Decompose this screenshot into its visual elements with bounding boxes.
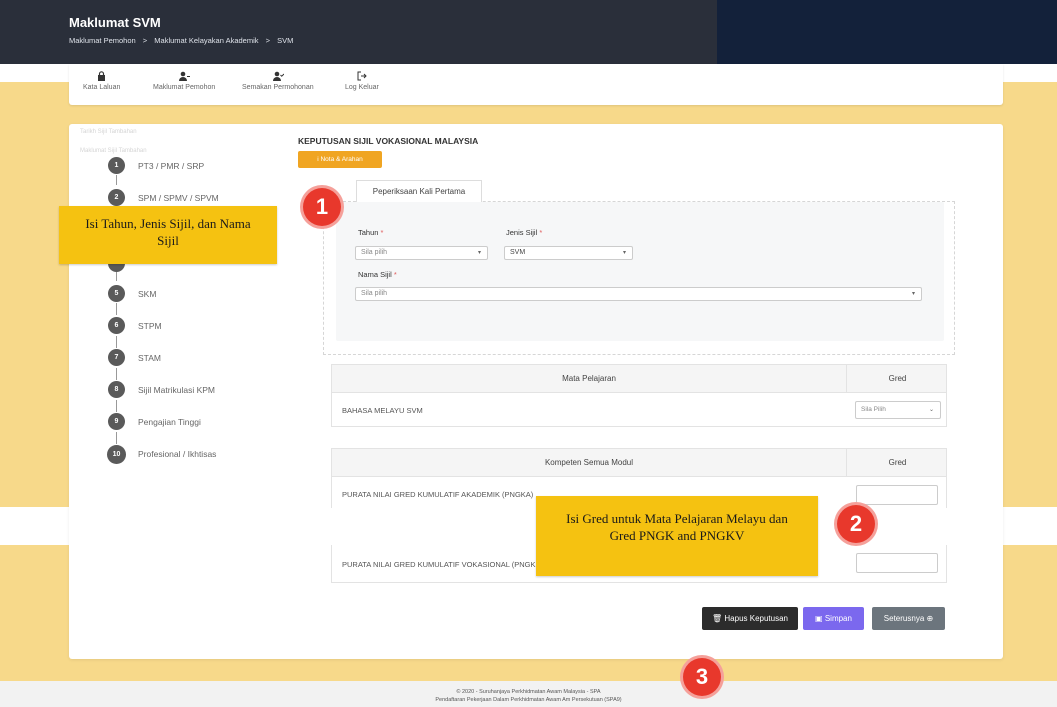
tahun-select[interactable]: Sila pilih ▾ (355, 246, 488, 260)
nav-maklumat-pemohon[interactable]: Maklumat Pemohon (153, 71, 215, 91)
save-icon: ▣ (815, 614, 823, 623)
step-connector (116, 175, 117, 185)
section-title: KEPUTUSAN SIJIL VOKASIONAL MALAYSIA (298, 136, 479, 146)
nav-label: Kata Laluan (83, 84, 121, 91)
nav-label: Semakan Permohonan (242, 84, 314, 91)
jenis-sijil-label: Jenis Sijil * (506, 228, 543, 237)
tab-peperiksaan-kali-pertama[interactable]: Peperiksaan Kali Pertama (356, 180, 482, 202)
pngka-input[interactable] (856, 485, 938, 505)
annotation-badge-3: 3 (683, 658, 721, 696)
annotation-step1: Isi Tahun, Jenis Sijil, dan Nama Sijil (59, 206, 277, 264)
column-header-subject: Mata Pelajaran (332, 365, 847, 393)
lock-icon (97, 71, 107, 81)
step-number: 1 (108, 157, 125, 174)
sidebar-subheader: Maklumat Sijil Tambahan (80, 148, 147, 154)
breadcrumb-separator: > (265, 36, 270, 45)
table-header: Kompeten Semua Modul Gred (332, 449, 946, 477)
chevron-down-icon: ▾ (622, 250, 626, 256)
step-connector (116, 432, 117, 444)
arrow-circle-right-icon: ⊕ (926, 614, 934, 623)
subject-table: Mata Pelajaran Gred BAHASA MELAYU SVM Si… (331, 364, 947, 427)
nav-label: Log Keluar (345, 84, 379, 91)
nama-sijil-label: Nama Sijil * (358, 270, 397, 279)
step-label: Sijil Matrikulasi KPM (138, 385, 215, 395)
nav-semakan-permohonan[interactable]: Semakan Permohonan (242, 71, 314, 91)
table-header: Mata Pelajaran Gred (332, 365, 946, 393)
form-panel (336, 202, 944, 341)
header-dark-panel (717, 0, 1057, 64)
step-connector (116, 303, 117, 315)
step-connector (116, 271, 117, 281)
gred-bm-select[interactable]: Sila Pilih ⌄ (855, 401, 941, 419)
chevron-down-icon: ▾ (911, 291, 915, 297)
footer-subtitle: Pendaftaran Pekerjaan Dalam Perkhidmatan… (435, 697, 622, 703)
step-number: 2 (108, 189, 125, 206)
column-header-gred: Gred (888, 458, 907, 467)
nav-label: Maklumat Pemohon (153, 84, 216, 91)
step-label: SPM / SPMV / SPVM (138, 193, 219, 203)
footer-copyright: © 2020 - Suruhanjaya Perkhidmatan Awam M… (456, 689, 601, 695)
step-label: SKM (138, 289, 157, 299)
breadcrumb-separator: > (142, 36, 148, 45)
breadcrumb-item-pemohon[interactable]: Maklumat Pemohon (69, 36, 136, 45)
seterusnya-button[interactable]: Seterusnya ⊕ (872, 607, 945, 630)
breadcrumb: Maklumat Pemohon > Maklumat Kelayakan Ak… (69, 36, 298, 45)
tahun-label: Tahun * (358, 228, 384, 237)
step-number: 8 (108, 381, 125, 398)
user-check-icon (272, 71, 285, 81)
nota-arahan-button[interactable]: i Nota & Arahan (298, 151, 382, 168)
footer: © 2020 - Suruhanjaya Perkhidmatan Awam M… (0, 681, 1057, 707)
page-title: Maklumat SVM (69, 15, 161, 30)
pngka-label: PURATA NILAI GRED KUMULATIF AKADEMIK (PN… (342, 490, 534, 499)
user-icon (179, 71, 191, 81)
step-number: 10 (107, 445, 126, 464)
nav-log-keluar[interactable]: Log Keluar (345, 71, 379, 91)
step-label: Pengajian Tinggi (138, 417, 201, 427)
jenis-sijil-select[interactable]: SVM ▾ (504, 246, 633, 260)
chevron-down-icon: ⌄ (928, 407, 934, 413)
step-number: 7 (108, 349, 125, 366)
top-nav: Kata Laluan Maklumat Pemohon Semakan Per… (69, 64, 1003, 105)
step-label: Profesional / Ikhtisas (138, 449, 217, 459)
step-connector (116, 400, 117, 412)
column-header-kompeten: Kompeten Semua Modul (332, 449, 847, 477)
step-number: 9 (108, 413, 125, 430)
subject-bahasa-melayu: BAHASA MELAYU SVM (342, 406, 423, 415)
annotation-step2: Isi Gred untuk Mata Pelajaran Melayu dan… (536, 496, 818, 576)
column-header-gred: Gred (888, 374, 907, 383)
breadcrumb-item-svm: SVM (277, 36, 294, 45)
sidebar-header: Tarikh Sijil Tambahan (80, 129, 137, 135)
step-connector (116, 368, 117, 380)
nama-sijil-select[interactable]: Sila pilih ▾ (355, 287, 922, 301)
pngkv-label: PURATA NILAI GRED KUMULATIF VOKASIONAL (… (342, 560, 536, 569)
annotation-badge-1: 1 (303, 188, 341, 226)
annotation-badge-2: 2 (837, 505, 875, 543)
step-number: 5 (108, 285, 125, 302)
step-label: STPM (138, 321, 162, 331)
breadcrumb-item-kelayakan[interactable]: Maklumat Kelayakan Akademik (154, 36, 258, 45)
pngkv-input[interactable] (856, 553, 938, 573)
nav-kata-laluan[interactable]: Kata Laluan (83, 71, 120, 91)
step-number: 6 (108, 317, 125, 334)
logout-icon (357, 71, 367, 81)
step-label: PT3 / PMR / SRP (138, 161, 205, 171)
chevron-down-icon: ▾ (477, 250, 481, 256)
step-connector (116, 336, 117, 348)
hapus-keputusan-button[interactable]: 🗑 Hapus Keputusan (702, 607, 798, 630)
simpan-button[interactable]: ▣ Simpan (803, 607, 864, 630)
step-label: STAM (138, 353, 161, 363)
trash-icon: 🗑 (712, 614, 723, 623)
